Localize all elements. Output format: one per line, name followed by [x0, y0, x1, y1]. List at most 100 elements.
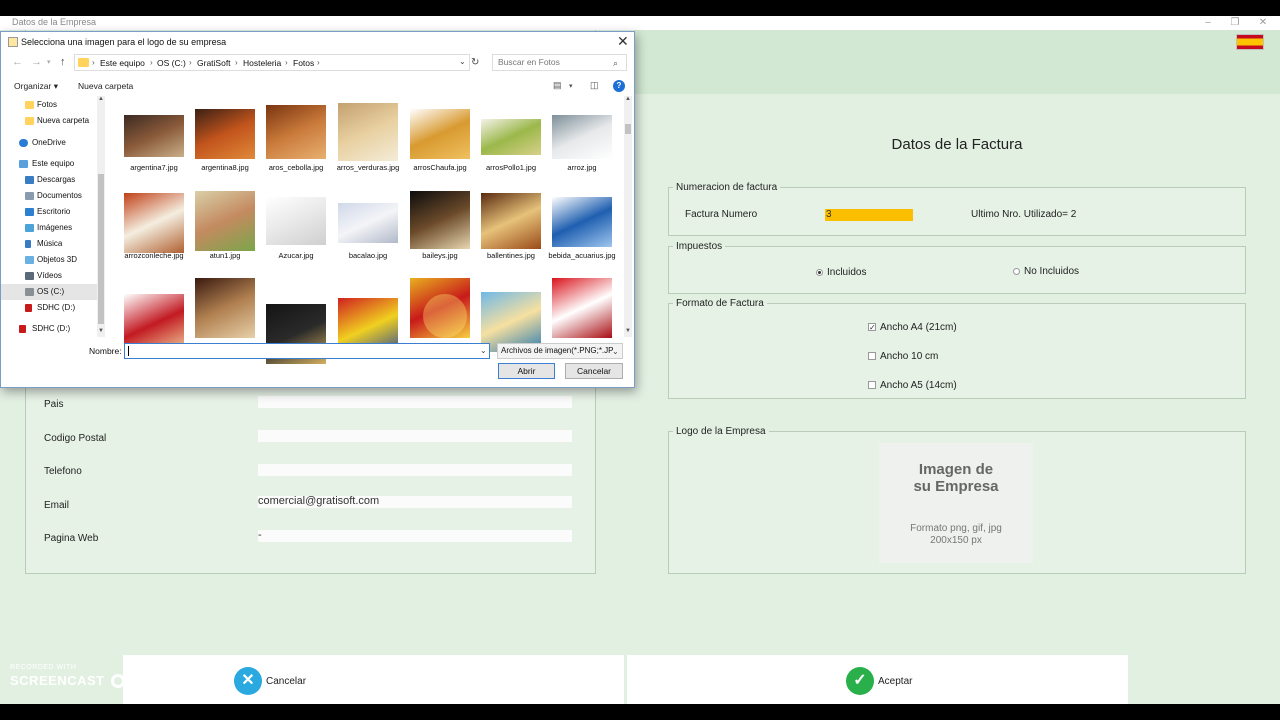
nav-item-3d-objects[interactable]: Objetos 3D — [1, 252, 97, 268]
spain-flag-icon[interactable] — [1236, 34, 1264, 50]
format-10cm-checkbox[interactable] — [868, 352, 876, 360]
open-button[interactable]: Abrir — [498, 363, 555, 379]
preview-pane-icon[interactable]: ◫ — [590, 80, 599, 91]
file-item[interactable]: baileys.jpg — [405, 187, 475, 275]
search-input[interactable]: Buscar en Fotos ⌕ — [492, 54, 627, 71]
view-mode-icon[interactable]: ▤ — [553, 80, 562, 91]
dialog-close-icon[interactable]: ✕ — [617, 33, 629, 50]
file-item[interactable]: arrosChaufa.jpg — [405, 99, 475, 187]
file-thumbnail — [552, 197, 612, 247]
file-item[interactable]: arrozconleche.jpg — [119, 187, 189, 275]
nav-item-sdhc-d[interactable]: SDHC (D:) — [1, 300, 97, 316]
accept-button[interactable]: ✓ Aceptar — [627, 655, 1128, 704]
address-bar[interactable]: › Este equipo › OS (C:) › GratiSoft › Ho… — [74, 54, 470, 71]
nav-item-videos[interactable]: Vídeos — [1, 268, 97, 284]
nav-item-label: Documentos — [37, 191, 82, 200]
country-field[interactable] — [258, 396, 572, 408]
file-item[interactable]: arroz.jpg — [547, 99, 617, 187]
file-item[interactable]: ballentines.jpg — [476, 187, 546, 275]
dialog-cancel-button[interactable]: Cancelar — [565, 363, 623, 379]
filename-input[interactable]: ⌄ — [124, 343, 490, 359]
format-10cm-label[interactable]: Ancho 10 cm — [880, 351, 938, 362]
back-arrow-icon[interactable]: ← — [12, 56, 23, 68]
help-icon[interactable]: ? — [613, 80, 625, 92]
dialog-app-icon — [8, 37, 18, 47]
refresh-icon[interactable]: ↻ — [471, 57, 479, 68]
breadcrumb-fotos[interactable]: Fotos — [293, 58, 314, 68]
file-item[interactable]: bebida_acuarius.jpg — [547, 187, 617, 275]
scroll-up-icon[interactable]: ▲ — [97, 96, 105, 102]
file-item[interactable]: arrosPollo1.jpg — [476, 99, 546, 187]
breadcrumb-drive-c[interactable]: OS (C:) — [157, 58, 186, 68]
nav-item-nueva-carpeta[interactable]: Nueva carpeta — [1, 113, 97, 129]
drive-icon — [25, 288, 34, 296]
format-a4-label[interactable]: Ancho A4 (21cm) — [880, 322, 957, 333]
organize-menu[interactable]: Organizar ▾ — [14, 81, 58, 92]
postal-code-field[interactable] — [258, 430, 572, 442]
breadcrumb-this-pc[interactable]: Este equipo — [100, 58, 145, 68]
file-item[interactable]: bacalao.jpg — [333, 187, 403, 275]
maximize-icon[interactable]: ❐ — [1228, 16, 1242, 30]
cursor-highlight — [423, 294, 467, 338]
filename-dropdown-icon[interactable]: ⌄ — [480, 346, 487, 355]
file-scroll-thumb[interactable] — [625, 124, 631, 134]
nav-item-drive-c[interactable]: OS (C:) — [1, 284, 97, 300]
nav-item-downloads[interactable]: Descargas — [1, 172, 97, 188]
sd-card-icon — [25, 304, 32, 312]
file-item[interactable]: argentina8.jpg — [190, 99, 260, 187]
format-a4-checkbox[interactable]: ✓ — [868, 323, 876, 332]
taxes-included-label[interactable]: Incluidos — [827, 267, 866, 278]
file-item[interactable]: Azucar.jpg — [261, 187, 331, 275]
phone-field[interactable] — [258, 464, 572, 476]
nav-item-label: Imágenes — [37, 223, 73, 232]
file-name: arros_verduras.jpg — [336, 163, 400, 172]
last-used-number: Ultimo Nro. Utilizado= 2 — [971, 209, 1077, 220]
format-a5-checkbox[interactable] — [868, 381, 876, 389]
file-name: bacalao.jpg — [348, 251, 388, 260]
file-item[interactable]: atun1.jpg — [190, 187, 260, 275]
nav-item-images[interactable]: Imágenes — [1, 220, 97, 236]
file-thumbnail — [338, 203, 398, 243]
nav-pane-scrollbar[interactable]: ▲ ▼ — [97, 96, 105, 337]
invoice-number-input[interactable]: 3 — [825, 209, 913, 221]
phone-label: Telefono — [44, 466, 82, 477]
forward-arrow-icon[interactable]: → — [31, 56, 42, 68]
logo-placeholder[interactable]: Imagen de su Empresa Formato png, gif, j… — [879, 443, 1033, 563]
file-thumbnail — [124, 115, 184, 157]
file-item[interactable]: aros_cebolla.jpg — [261, 99, 331, 187]
address-dropdown-icon[interactable]: ⌄ — [459, 57, 466, 66]
folder-icon — [25, 117, 34, 125]
scroll-up-icon[interactable]: ▲ — [624, 96, 632, 102]
file-grid-scrollbar[interactable]: ▲ ▼ — [624, 96, 632, 337]
nav-item-onedrive[interactable]: OneDrive — [1, 135, 97, 151]
email-field[interactable]: comercial@gratisoft.com — [258, 496, 572, 508]
taxes-not-included-radio[interactable] — [1013, 268, 1020, 275]
close-icon[interactable]: ✕ — [1256, 16, 1270, 30]
country-label: Pais — [44, 399, 64, 410]
scroll-down-icon[interactable]: ▼ — [97, 328, 105, 334]
website-field[interactable]: - — [258, 530, 572, 542]
file-item[interactable]: arros_verduras.jpg — [333, 99, 403, 187]
format-a5-label[interactable]: Ancho A5 (14cm) — [880, 380, 957, 391]
taxes-not-included-label[interactable]: No Incluidos — [1024, 266, 1079, 277]
nav-item-documents[interactable]: Documentos — [1, 188, 97, 204]
new-folder-button[interactable]: Nueva carpeta — [78, 81, 133, 91]
breadcrumb-hosteleria[interactable]: Hosteleria — [243, 58, 281, 68]
cancel-button[interactable]: ✕ Cancelar — [123, 655, 624, 704]
file-type-select[interactable]: Archivos de imagen(*.PNG;*.JP ⌄ — [497, 343, 623, 359]
nav-item-fotos[interactable]: Fotos — [1, 97, 97, 113]
file-item[interactable]: argentina7.jpg — [119, 99, 189, 187]
up-arrow-icon[interactable]: ↑ — [60, 56, 66, 68]
nav-scroll-thumb[interactable] — [98, 174, 104, 324]
nav-item-music[interactable]: Música — [1, 236, 97, 252]
nav-item-sdhc-d-root[interactable]: SDHC (D:) — [1, 321, 97, 337]
minimize-icon[interactable]: – — [1201, 16, 1215, 30]
nav-item-this-pc[interactable]: Este equipo — [1, 156, 97, 172]
breadcrumb-gratisoft[interactable]: GratiSoft — [197, 58, 231, 68]
recent-locations-icon[interactable]: ▾ — [47, 58, 51, 66]
view-dropdown-icon[interactable]: ▾ — [569, 82, 573, 90]
scroll-down-icon[interactable]: ▼ — [624, 328, 632, 334]
nav-item-desktop[interactable]: Escritorio — [1, 204, 97, 220]
taxes-included-radio[interactable] — [816, 269, 823, 276]
file-thumbnail — [552, 115, 612, 159]
